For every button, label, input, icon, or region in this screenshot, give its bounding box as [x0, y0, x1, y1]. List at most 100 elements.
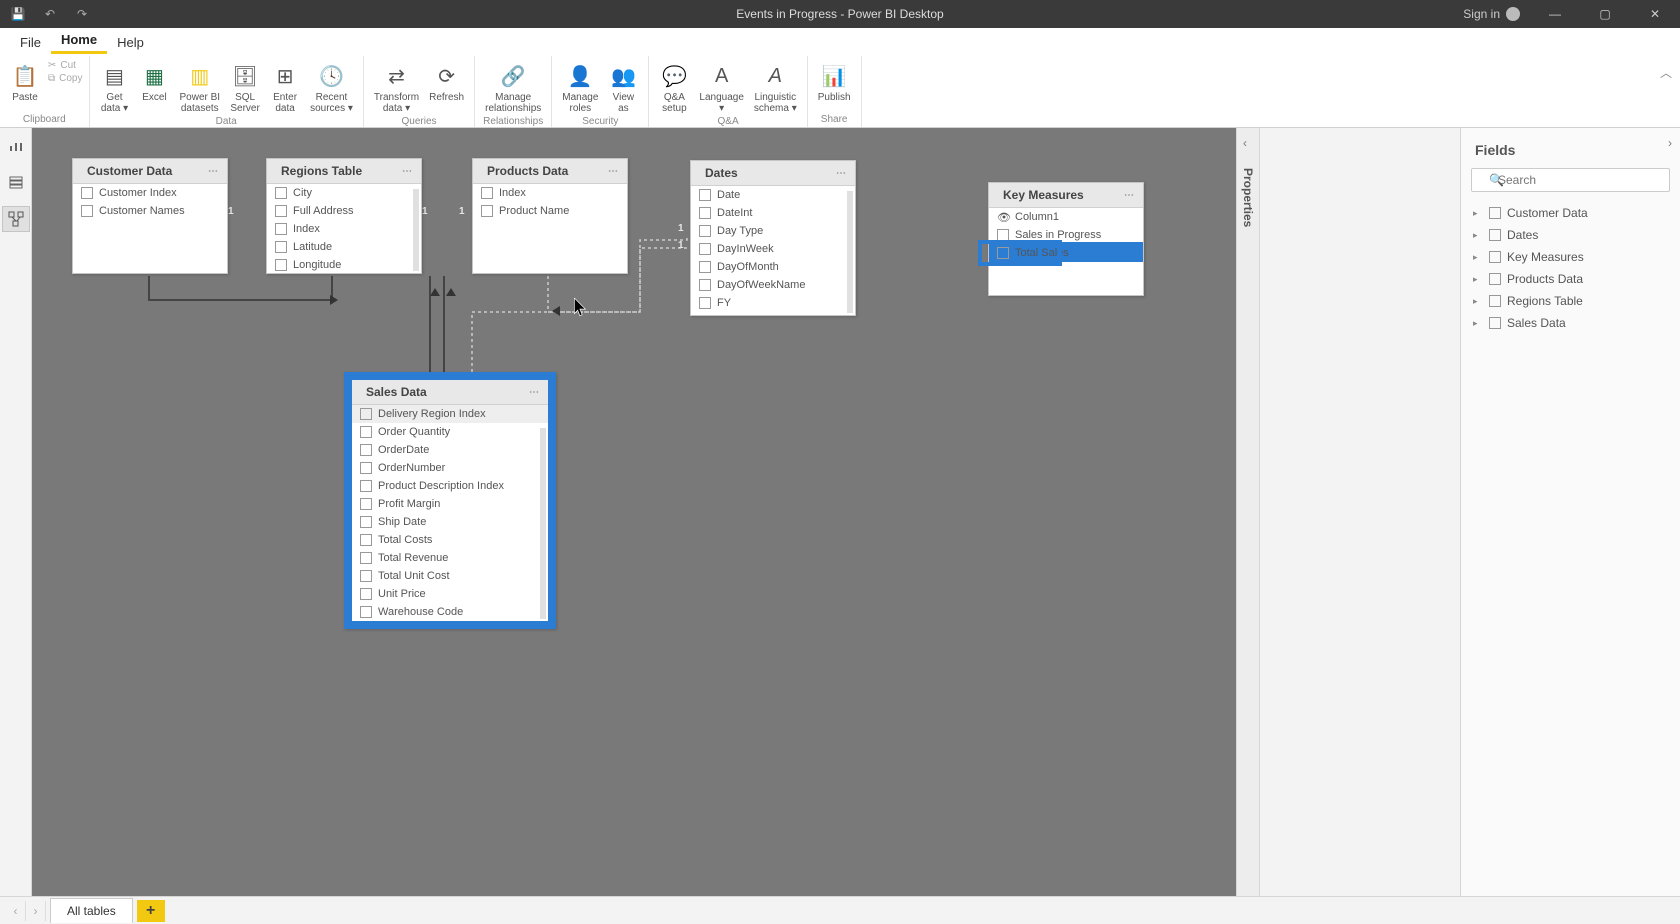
field-row[interactable]: Warehouse Code	[352, 603, 548, 621]
field-row[interactable]: Full Address	[267, 202, 421, 220]
menu-home[interactable]: Home	[51, 27, 107, 54]
fields-search-input[interactable]	[1471, 168, 1670, 192]
field-row[interactable]: DayOfMonth	[691, 258, 855, 276]
field-row[interactable]: Product Description Index	[352, 477, 548, 495]
fields-table-item[interactable]: ▸Sales Data	[1469, 312, 1672, 334]
field-row[interactable]: Customer Names	[73, 202, 227, 220]
field-row[interactable]: Latitude	[267, 238, 421, 256]
scrollbar[interactable]	[847, 191, 853, 313]
signin-label: Sign in	[1463, 7, 1500, 21]
field-row[interactable]: Date	[691, 186, 855, 204]
data-view-button[interactable]	[2, 170, 30, 196]
table-options-icon[interactable]: ⋯	[402, 166, 413, 177]
field-row[interactable]: OrderNumber	[352, 459, 548, 477]
field-row[interactable]: FY	[691, 294, 855, 312]
undo-icon[interactable]: ↶	[42, 6, 58, 22]
field-row[interactable]: Day Type	[691, 222, 855, 240]
save-icon[interactable]: 💾	[10, 6, 26, 22]
table-dates[interactable]: Dates⋯ Date DateInt Day Type DayInWeek D…	[690, 160, 856, 316]
table-options-icon[interactable]: ⋯	[608, 166, 619, 177]
menu-help[interactable]: Help	[107, 30, 154, 54]
field-row[interactable]: City	[267, 184, 421, 202]
fields-table-item[interactable]: ▸Customer Data	[1469, 202, 1672, 224]
table-keymeasures[interactable]: Key Measures⋯ 👁Column1 Sales in Progress…	[988, 182, 1144, 296]
tab-nav-next[interactable]: ›	[26, 901, 46, 921]
field-row[interactable]: OrderDate	[352, 441, 548, 459]
field-row[interactable]: Profit Margin	[352, 495, 548, 513]
close-button[interactable]: ✕	[1640, 4, 1670, 24]
report-view-button[interactable]	[2, 134, 30, 160]
field-row[interactable]: Delivery Region Index	[352, 405, 548, 423]
excel-button[interactable]: ▦Excel	[136, 60, 174, 105]
qasetup-button[interactable]: 💬Q&A setup	[655, 60, 693, 116]
table-sales-data[interactable]: Sales Data⋯ Delivery Region Index Order …	[344, 372, 556, 629]
field-row[interactable]: DateInt	[691, 204, 855, 222]
field-row[interactable]: DayOfWeekName	[691, 276, 855, 294]
cut-button[interactable]: ✂Cut	[48, 60, 83, 71]
scrollbar[interactable]	[540, 428, 546, 619]
language-icon: A	[708, 62, 736, 90]
signin-button[interactable]: Sign in	[1463, 7, 1520, 21]
page-tab-alltables[interactable]: All tables	[50, 898, 133, 923]
refresh-button[interactable]: ⟳Refresh	[425, 60, 468, 105]
table-regions[interactable]: Regions Table ⋯ City Full Address Index L…	[266, 158, 422, 274]
getdata-button[interactable]: ▤Get data ▾	[96, 60, 134, 116]
sqlserver-button[interactable]: 🗄SQL Server	[226, 60, 264, 116]
model-canvas[interactable]: 1 1 1 1 1 Customer Data⋯ Customer Index …	[32, 128, 1236, 896]
ribbon-group-clipboard: 📋 Paste ✂Cut ⧉Copy Clipboard	[0, 56, 90, 127]
tab-nav-prev[interactable]: ‹	[6, 901, 26, 921]
table-options-icon[interactable]: ⋯	[1124, 190, 1135, 201]
language-button[interactable]: ALanguage ▾	[695, 60, 748, 116]
field-row[interactable]: Total Unit Cost	[352, 567, 548, 585]
redo-icon[interactable]: ↷	[74, 6, 90, 22]
minimize-button[interactable]: —	[1540, 4, 1570, 24]
field-row[interactable]: Order Quantity	[352, 423, 548, 441]
table-title: Regions Table	[281, 164, 362, 178]
table-options-icon[interactable]: ⋯	[208, 166, 219, 177]
field-row[interactable]: Longitude	[267, 256, 421, 274]
maximize-button[interactable]: ▢	[1590, 4, 1620, 24]
linguistic-button[interactable]: ALinguistic schema ▾	[750, 60, 801, 116]
fields-table-item[interactable]: ▸Dates	[1469, 224, 1672, 246]
field-row[interactable]: Customer Index	[73, 184, 227, 202]
table-customer-data[interactable]: Customer Data⋯ Customer Index Customer N…	[72, 158, 228, 274]
manage-roles-button[interactable]: 👤Manage roles	[558, 60, 602, 116]
pbidatasets-button[interactable]: ▥Power BI datasets	[176, 60, 225, 116]
model-view-button[interactable]	[2, 206, 30, 232]
field-row-total-sales[interactable]: Total Sales	[989, 244, 1143, 262]
properties-pane-collapsed[interactable]: ‹ Properties	[1236, 128, 1260, 896]
field-row[interactable]: Total Costs	[352, 531, 548, 549]
chevron-right-icon[interactable]: ›	[1668, 136, 1672, 150]
field-row[interactable]: Unit Price	[352, 585, 548, 603]
field-row[interactable]: 👁Column1	[989, 208, 1143, 226]
fields-tables-list: ▸Customer Data ▸Dates ▸Key Measures ▸Pro…	[1461, 202, 1680, 334]
publish-button[interactable]: 📊Publish	[814, 60, 855, 105]
ribbon-collapse-icon[interactable]: ︿	[1660, 56, 1680, 127]
transformdata-button[interactable]: ⇄Transform data ▾	[370, 60, 423, 116]
field-row[interactable]: Product Name	[473, 202, 627, 220]
group-label-queries: Queries	[401, 116, 436, 128]
field-row[interactable]: Index	[473, 184, 627, 202]
add-page-button[interactable]: +	[137, 900, 165, 922]
table-products[interactable]: Products Data⋯ Index Product Name	[472, 158, 628, 274]
field-row[interactable]: Ship Date	[352, 513, 548, 531]
table-options-icon[interactable]: ⋯	[836, 168, 847, 179]
field-row[interactable]: DayInWeek	[691, 240, 855, 258]
copy-button[interactable]: ⧉Copy	[48, 73, 83, 84]
manage-relationships-button[interactable]: 🔗Manage relationships	[481, 60, 545, 116]
chevron-left-icon[interactable]: ‹	[1243, 136, 1247, 150]
field-row[interactable]: Index	[267, 220, 421, 238]
field-row[interactable]: Total Revenue	[352, 549, 548, 567]
scrollbar[interactable]	[413, 189, 419, 271]
fields-table-item[interactable]: ▸Key Measures	[1469, 246, 1672, 268]
fields-table-item[interactable]: ▸Products Data	[1469, 268, 1672, 290]
table-options-icon[interactable]: ⋯	[529, 387, 540, 398]
recentsources-button[interactable]: 🕓Recent sources ▾	[306, 60, 357, 116]
table-icon	[1489, 295, 1501, 307]
paste-button[interactable]: 📋 Paste	[6, 60, 44, 105]
fields-table-item[interactable]: ▸Regions Table	[1469, 290, 1672, 312]
field-row[interactable]: Sales in Progress	[989, 226, 1143, 244]
menu-file[interactable]: File	[10, 30, 51, 54]
enterdata-button[interactable]: ⊞Enter data	[266, 60, 304, 116]
view-as-button[interactable]: 👥View as	[604, 60, 642, 116]
